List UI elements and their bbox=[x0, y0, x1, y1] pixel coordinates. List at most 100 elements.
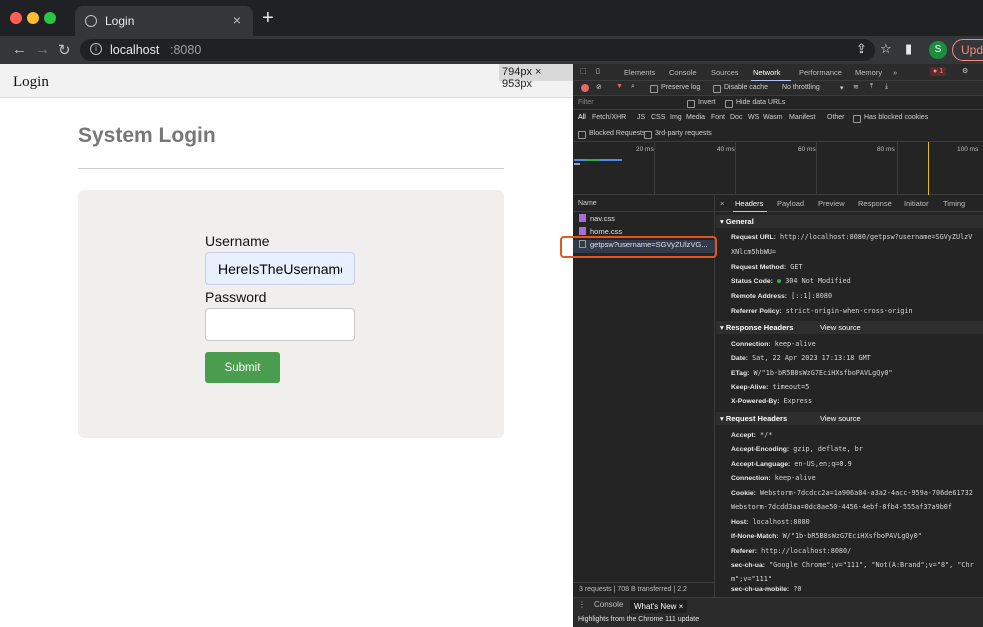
request-url-row: Request URL: http://localhost:8080/getps… bbox=[731, 233, 972, 241]
type-filter-manifest[interactable]: Manifest bbox=[789, 114, 815, 121]
type-filter-img[interactable]: Img bbox=[670, 114, 682, 121]
record-icon[interactable] bbox=[581, 84, 589, 92]
type-filter-doc[interactable]: Doc bbox=[730, 114, 742, 121]
request-row[interactable]: nav.css bbox=[573, 214, 715, 227]
view-source-link[interactable]: View source bbox=[820, 414, 861, 423]
export-har-icon[interactable]: ⤓ bbox=[885, 83, 888, 91]
drawer-tab-whats-new[interactable]: What's New × bbox=[630, 600, 688, 613]
blocked-requests-checkbox[interactable] bbox=[578, 131, 586, 139]
device-toolbar-icon[interactable]: ▯ bbox=[596, 67, 600, 75]
close-tab-icon[interactable]: × bbox=[233, 12, 241, 28]
type-filter-font[interactable]: Font bbox=[711, 114, 725, 121]
cookie-value: Webstorm-7dcdcc2a=1a906a84-a3a2-4acc-959… bbox=[760, 489, 973, 497]
drawer-tab-console[interactable]: Console bbox=[594, 600, 623, 609]
detail-tab-initiator[interactable]: Initiator bbox=[904, 199, 929, 208]
accept-encoding-row: Accept-Encoding: gzip, deflate, br bbox=[731, 445, 863, 453]
new-tab-button[interactable]: + bbox=[262, 7, 274, 30]
bookmark-star-icon[interactable]: ☆ bbox=[880, 41, 892, 57]
chevron-down-icon[interactable]: ▾ bbox=[840, 84, 844, 92]
detail-tab-preview[interactable]: Preview bbox=[818, 199, 845, 208]
third-party-checkbox[interactable] bbox=[644, 131, 652, 139]
request-method-row: Request Method: GET bbox=[731, 263, 803, 271]
request-headers-section[interactable]: ▾ Request Headers View source bbox=[716, 412, 983, 425]
devtools-tab-console[interactable]: Console bbox=[669, 68, 697, 77]
devtools-tab-memory[interactable]: Memory bbox=[855, 68, 882, 77]
filter-icon[interactable]: ▼ bbox=[616, 83, 623, 90]
type-filter-ws[interactable]: WS bbox=[748, 114, 759, 121]
type-filter-css[interactable]: CSS bbox=[651, 114, 665, 121]
detail-tab-timing[interactable]: Timing bbox=[943, 199, 965, 208]
devtools-tab-elements[interactable]: Elements bbox=[624, 68, 655, 77]
accept-label: Accept: bbox=[731, 432, 756, 439]
password-input[interactable] bbox=[205, 308, 355, 341]
filter-input[interactable]: Filter bbox=[578, 99, 594, 106]
request-url-continued: XNlcm5hbWU= bbox=[731, 248, 777, 256]
detail-tab-headers[interactable]: Headers bbox=[735, 199, 763, 208]
etag-label: ETag: bbox=[731, 370, 750, 377]
type-filter-fetch[interactable]: Fetch/XHR bbox=[592, 114, 626, 121]
type-filter-wasm[interactable]: Wasm bbox=[763, 114, 783, 121]
side-panel-icon[interactable]: ▮ bbox=[905, 41, 912, 57]
response-headers-section[interactable]: ▾ Response Headers View source bbox=[716, 321, 983, 334]
preserve-log-label: Preserve log bbox=[661, 84, 701, 91]
reload-icon[interactable]: ↻ bbox=[58, 41, 71, 59]
settings-gear-icon[interactable]: ⚙ bbox=[962, 67, 968, 75]
password-label: Password bbox=[205, 289, 267, 305]
type-filter-media[interactable]: Media bbox=[686, 114, 705, 121]
submit-button[interactable]: Submit bbox=[205, 352, 280, 383]
response-connection-label: Connection: bbox=[731, 341, 771, 348]
referer-row: Referer: http://localhost:8080/ bbox=[731, 547, 851, 555]
devtools-tab-network[interactable]: Network bbox=[753, 68, 781, 77]
error-count-badge[interactable]: ● 1 bbox=[930, 67, 947, 76]
share-icon[interactable]: ⇪ bbox=[856, 41, 867, 57]
preserve-log-checkbox[interactable] bbox=[650, 85, 658, 93]
zoom-window-button[interactable] bbox=[44, 12, 56, 24]
inspect-element-icon[interactable]: ⬚ bbox=[580, 67, 587, 75]
url-port: :8080 bbox=[170, 43, 202, 57]
address-bar[interactable]: i localhost :8080 bbox=[80, 39, 875, 61]
profile-avatar[interactable]: S bbox=[929, 41, 947, 59]
powered-by-label: X-Powered-By: bbox=[731, 398, 780, 405]
blocked-cookies-checkbox[interactable] bbox=[853, 115, 861, 123]
type-filter-all[interactable]: All bbox=[578, 114, 586, 121]
type-filter-other[interactable]: Other bbox=[827, 114, 845, 121]
import-har-icon[interactable]: ⤒ bbox=[870, 83, 873, 91]
drawer-menu-icon[interactable]: ⋮ bbox=[578, 600, 586, 609]
forward-arrow-icon[interactable]: → bbox=[35, 41, 50, 58]
browser-tab[interactable]: Login × bbox=[75, 6, 253, 36]
nav-brand-link[interactable]: Login bbox=[13, 74, 49, 91]
timeline-tick: 80 ms bbox=[877, 146, 895, 153]
close-window-button[interactable] bbox=[10, 12, 22, 24]
devtools-tab-sources[interactable]: Sources bbox=[711, 68, 739, 77]
update-button[interactable]: Update bbox=[952, 39, 983, 61]
devtools-tab-performance[interactable]: Performance bbox=[799, 68, 842, 77]
accept-encoding-label: Accept-Encoding: bbox=[731, 446, 790, 453]
back-arrow-icon[interactable]: ← bbox=[12, 41, 27, 58]
username-input[interactable] bbox=[205, 252, 355, 285]
invert-checkbox[interactable] bbox=[687, 100, 695, 108]
disable-cache-checkbox[interactable] bbox=[713, 85, 721, 93]
search-icon[interactable]: ⌕ bbox=[631, 83, 635, 91]
view-source-link[interactable]: View source bbox=[820, 323, 861, 332]
invert-label: Invert bbox=[698, 99, 716, 106]
type-filter-js[interactable]: JS bbox=[637, 114, 645, 121]
minimize-window-button[interactable] bbox=[27, 12, 39, 24]
general-section-header[interactable]: ▾ General bbox=[716, 215, 983, 228]
site-info-icon[interactable]: i bbox=[90, 43, 102, 55]
accept-language-label: Accept-Language: bbox=[731, 461, 791, 468]
timeline-gridline bbox=[816, 142, 817, 195]
detail-tab-response[interactable]: Response bbox=[858, 199, 892, 208]
accept-language-row: Accept-Language: en-US,en;q=0.9 bbox=[731, 460, 852, 468]
timeline-bar bbox=[586, 159, 600, 161]
close-drawer-tab-icon[interactable]: × bbox=[679, 602, 684, 611]
hide-data-urls-label: Hide data URLs bbox=[736, 99, 786, 106]
throttling-select[interactable]: No throttling bbox=[782, 84, 820, 91]
more-tabs-icon[interactable]: » bbox=[893, 68, 897, 77]
clear-icon[interactable]: ⊘ bbox=[596, 83, 602, 91]
detail-tab-payload[interactable]: Payload bbox=[777, 199, 804, 208]
name-column-header[interactable]: Name bbox=[573, 195, 715, 212]
wifi-icon[interactable]: ≋ bbox=[853, 83, 859, 91]
hide-data-urls-checkbox[interactable] bbox=[725, 100, 733, 108]
close-detail-icon[interactable]: × bbox=[720, 199, 724, 208]
timeline-overview[interactable] bbox=[573, 142, 983, 195]
